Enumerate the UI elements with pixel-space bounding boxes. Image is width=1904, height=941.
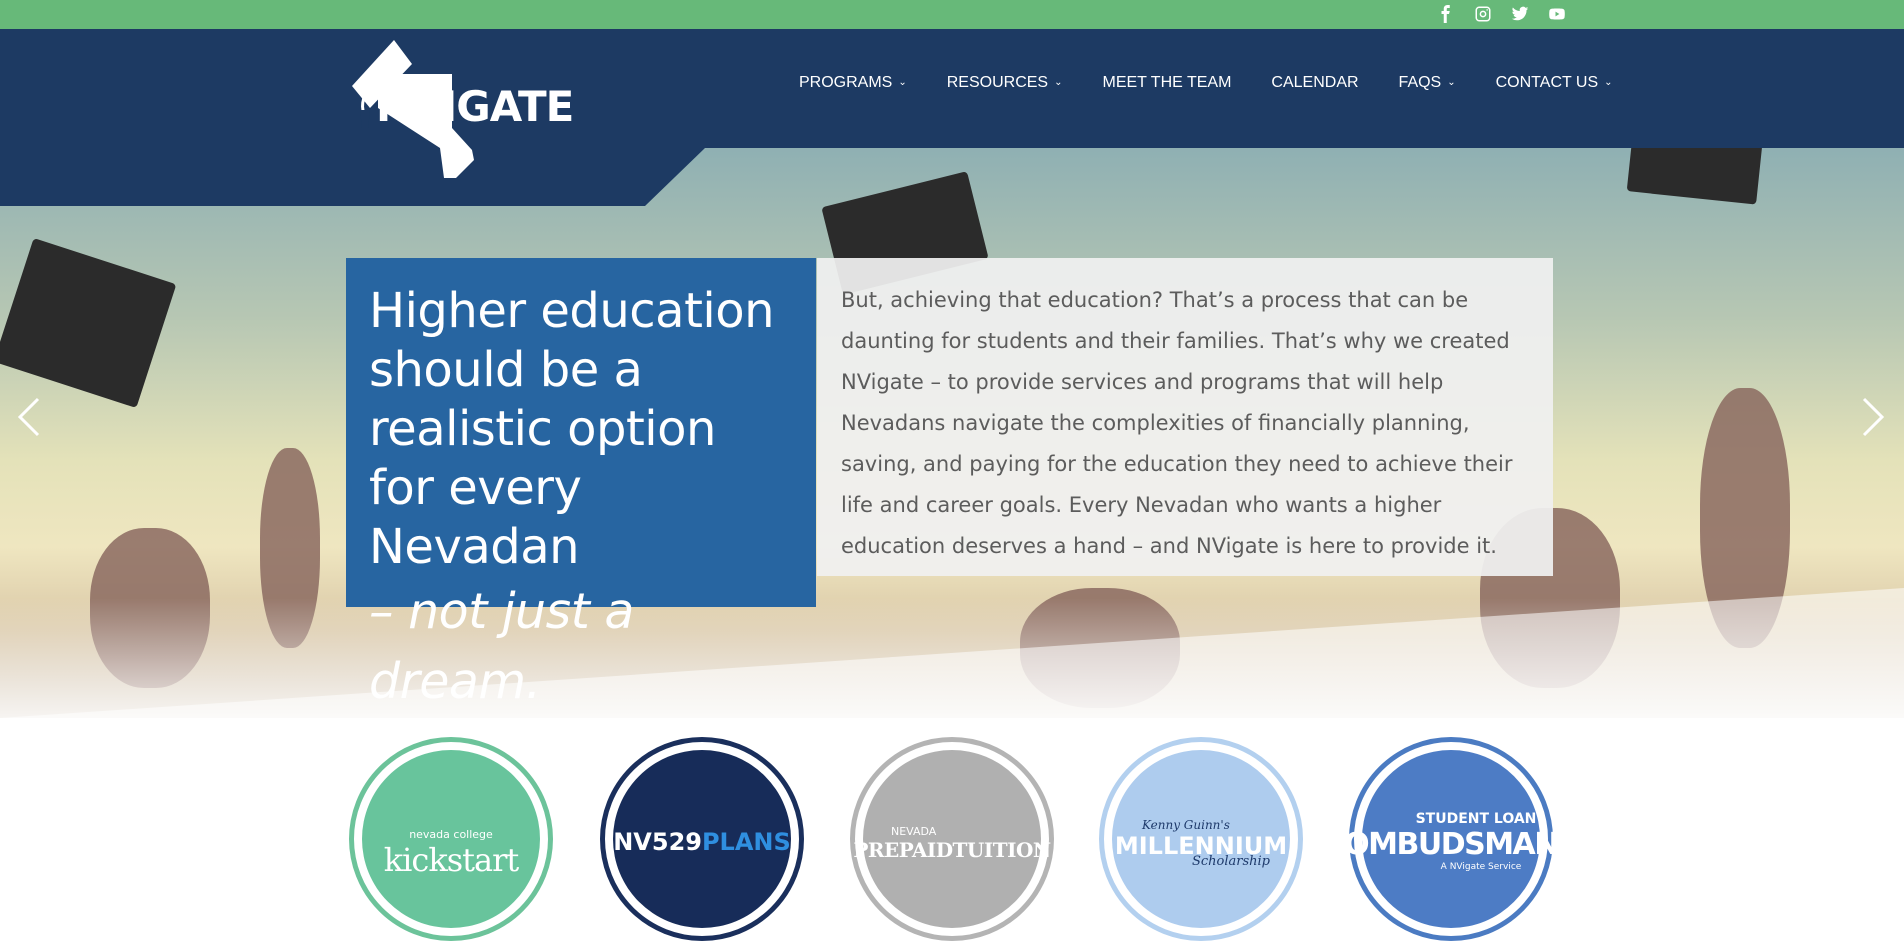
nav-meet-the-team[interactable]: MEET THE TEAM bbox=[1102, 74, 1231, 92]
millennium-script: Scholarship bbox=[1191, 853, 1271, 869]
social-links bbox=[1436, 4, 1567, 24]
chevron-right-icon bbox=[1862, 397, 1885, 437]
logo-wordmark: NVIGATE bbox=[376, 82, 574, 131]
hero-headline-line: for every Nevadan bbox=[369, 460, 582, 575]
nav-label: PROGRAMS bbox=[799, 74, 893, 91]
nv529-main: NV529 bbox=[613, 828, 702, 856]
ombudsman-sub: A NVigate Service bbox=[1440, 861, 1522, 872]
nav-label: RESOURCES bbox=[946, 74, 1049, 91]
nav-faqs[interactable]: FAQS ⌄ bbox=[1399, 74, 1456, 92]
kickstart-logo: nevada college kickstart bbox=[362, 750, 540, 928]
ombudsman-link[interactable]: STUDENT LOAN OMBUDSMAN A NVigate Service bbox=[1344, 737, 1559, 941]
ombudsman-logo: STUDENT LOAN OMBUDSMAN A NVigate Service bbox=[1344, 750, 1559, 928]
nv529-accent: PLANS bbox=[701, 828, 791, 856]
hero-headline-emphasis: – not just a dream. bbox=[369, 583, 634, 710]
kickstart-link[interactable]: nevada college kickstart bbox=[349, 737, 553, 941]
nav-calendar[interactable]: CALENDAR bbox=[1271, 74, 1358, 92]
millennium-link[interactable]: Kenny Guinn's MILLENNIUM Scholarship bbox=[1099, 737, 1303, 941]
nav-resources[interactable]: RESOURCES ⌄ bbox=[947, 74, 1063, 92]
hero-headline-line: should be a bbox=[369, 342, 643, 398]
chevron-down-icon: ⌄ bbox=[1054, 76, 1063, 88]
instagram-icon[interactable] bbox=[1473, 4, 1493, 24]
prepaid-tuition-logo: NEVADA PREPAIDTUITION bbox=[853, 750, 1051, 928]
chevron-down-icon: ⌄ bbox=[898, 76, 907, 88]
nv529-wordmark: NV529PLANS bbox=[613, 828, 791, 856]
prepaid-big: PREPAIDTUITION bbox=[853, 837, 1051, 862]
nav-label: CALENDAR bbox=[1271, 74, 1359, 91]
hero-body-text: But, achieving that education? That’s a … bbox=[841, 288, 1513, 558]
nv529-logo: NV529PLANS bbox=[613, 750, 791, 928]
youtube-icon[interactable] bbox=[1547, 4, 1567, 24]
nav-label: MEET THE TEAM bbox=[1102, 74, 1232, 91]
chevron-down-icon: ⌄ bbox=[1604, 76, 1613, 88]
twitter-icon[interactable] bbox=[1510, 4, 1530, 24]
kickstart-small: nevada college bbox=[409, 827, 493, 841]
nav-programs[interactable]: PROGRAMS ⌄ bbox=[799, 74, 907, 92]
hero-headline-line: realistic option bbox=[369, 401, 716, 457]
chevron-left-icon bbox=[17, 397, 40, 437]
hero-body-box: But, achieving that education? That’s a … bbox=[817, 258, 1553, 576]
social-bar bbox=[0, 0, 1904, 29]
hero-fade bbox=[0, 598, 1904, 718]
slider-next-arrow[interactable] bbox=[1858, 395, 1888, 439]
program-links: nevada college kickstart NV529PLANS NEVA… bbox=[349, 737, 1559, 941]
millennium-logo: Kenny Guinn's MILLENNIUM Scholarship bbox=[1112, 750, 1290, 928]
graduation-cap-image bbox=[0, 238, 177, 408]
main-nav: PROGRAMS ⌄ RESOURCES ⌄ MEET THE TEAM CAL… bbox=[799, 74, 1653, 92]
nav-label: CONTACT US bbox=[1495, 74, 1599, 91]
hero-headline-line: Higher education bbox=[369, 283, 775, 339]
slider-prev-arrow[interactable] bbox=[14, 395, 44, 439]
hero-headline-box: Higher education should be a realistic o… bbox=[346, 258, 816, 710]
nv529-link[interactable]: NV529PLANS bbox=[600, 737, 804, 941]
chevron-down-icon: ⌄ bbox=[1447, 76, 1456, 88]
nav-contact-us[interactable]: CONTACT US ⌄ bbox=[1496, 74, 1613, 92]
prepaid-small: NEVADA bbox=[891, 824, 937, 838]
prepaid-tuition-link[interactable]: NEVADA PREPAIDTUITION bbox=[850, 737, 1054, 941]
ombudsman-top: STUDENT LOAN bbox=[1415, 810, 1537, 827]
graduation-cap-image bbox=[1626, 148, 1764, 205]
nav-label: FAQS bbox=[1398, 74, 1442, 91]
kickstart-big: kickstart bbox=[383, 840, 519, 879]
ombudsman-big: OMBUDSMAN bbox=[1344, 826, 1559, 862]
facebook-icon[interactable] bbox=[1436, 4, 1456, 24]
millennium-small: Kenny Guinn's bbox=[1142, 817, 1230, 832]
